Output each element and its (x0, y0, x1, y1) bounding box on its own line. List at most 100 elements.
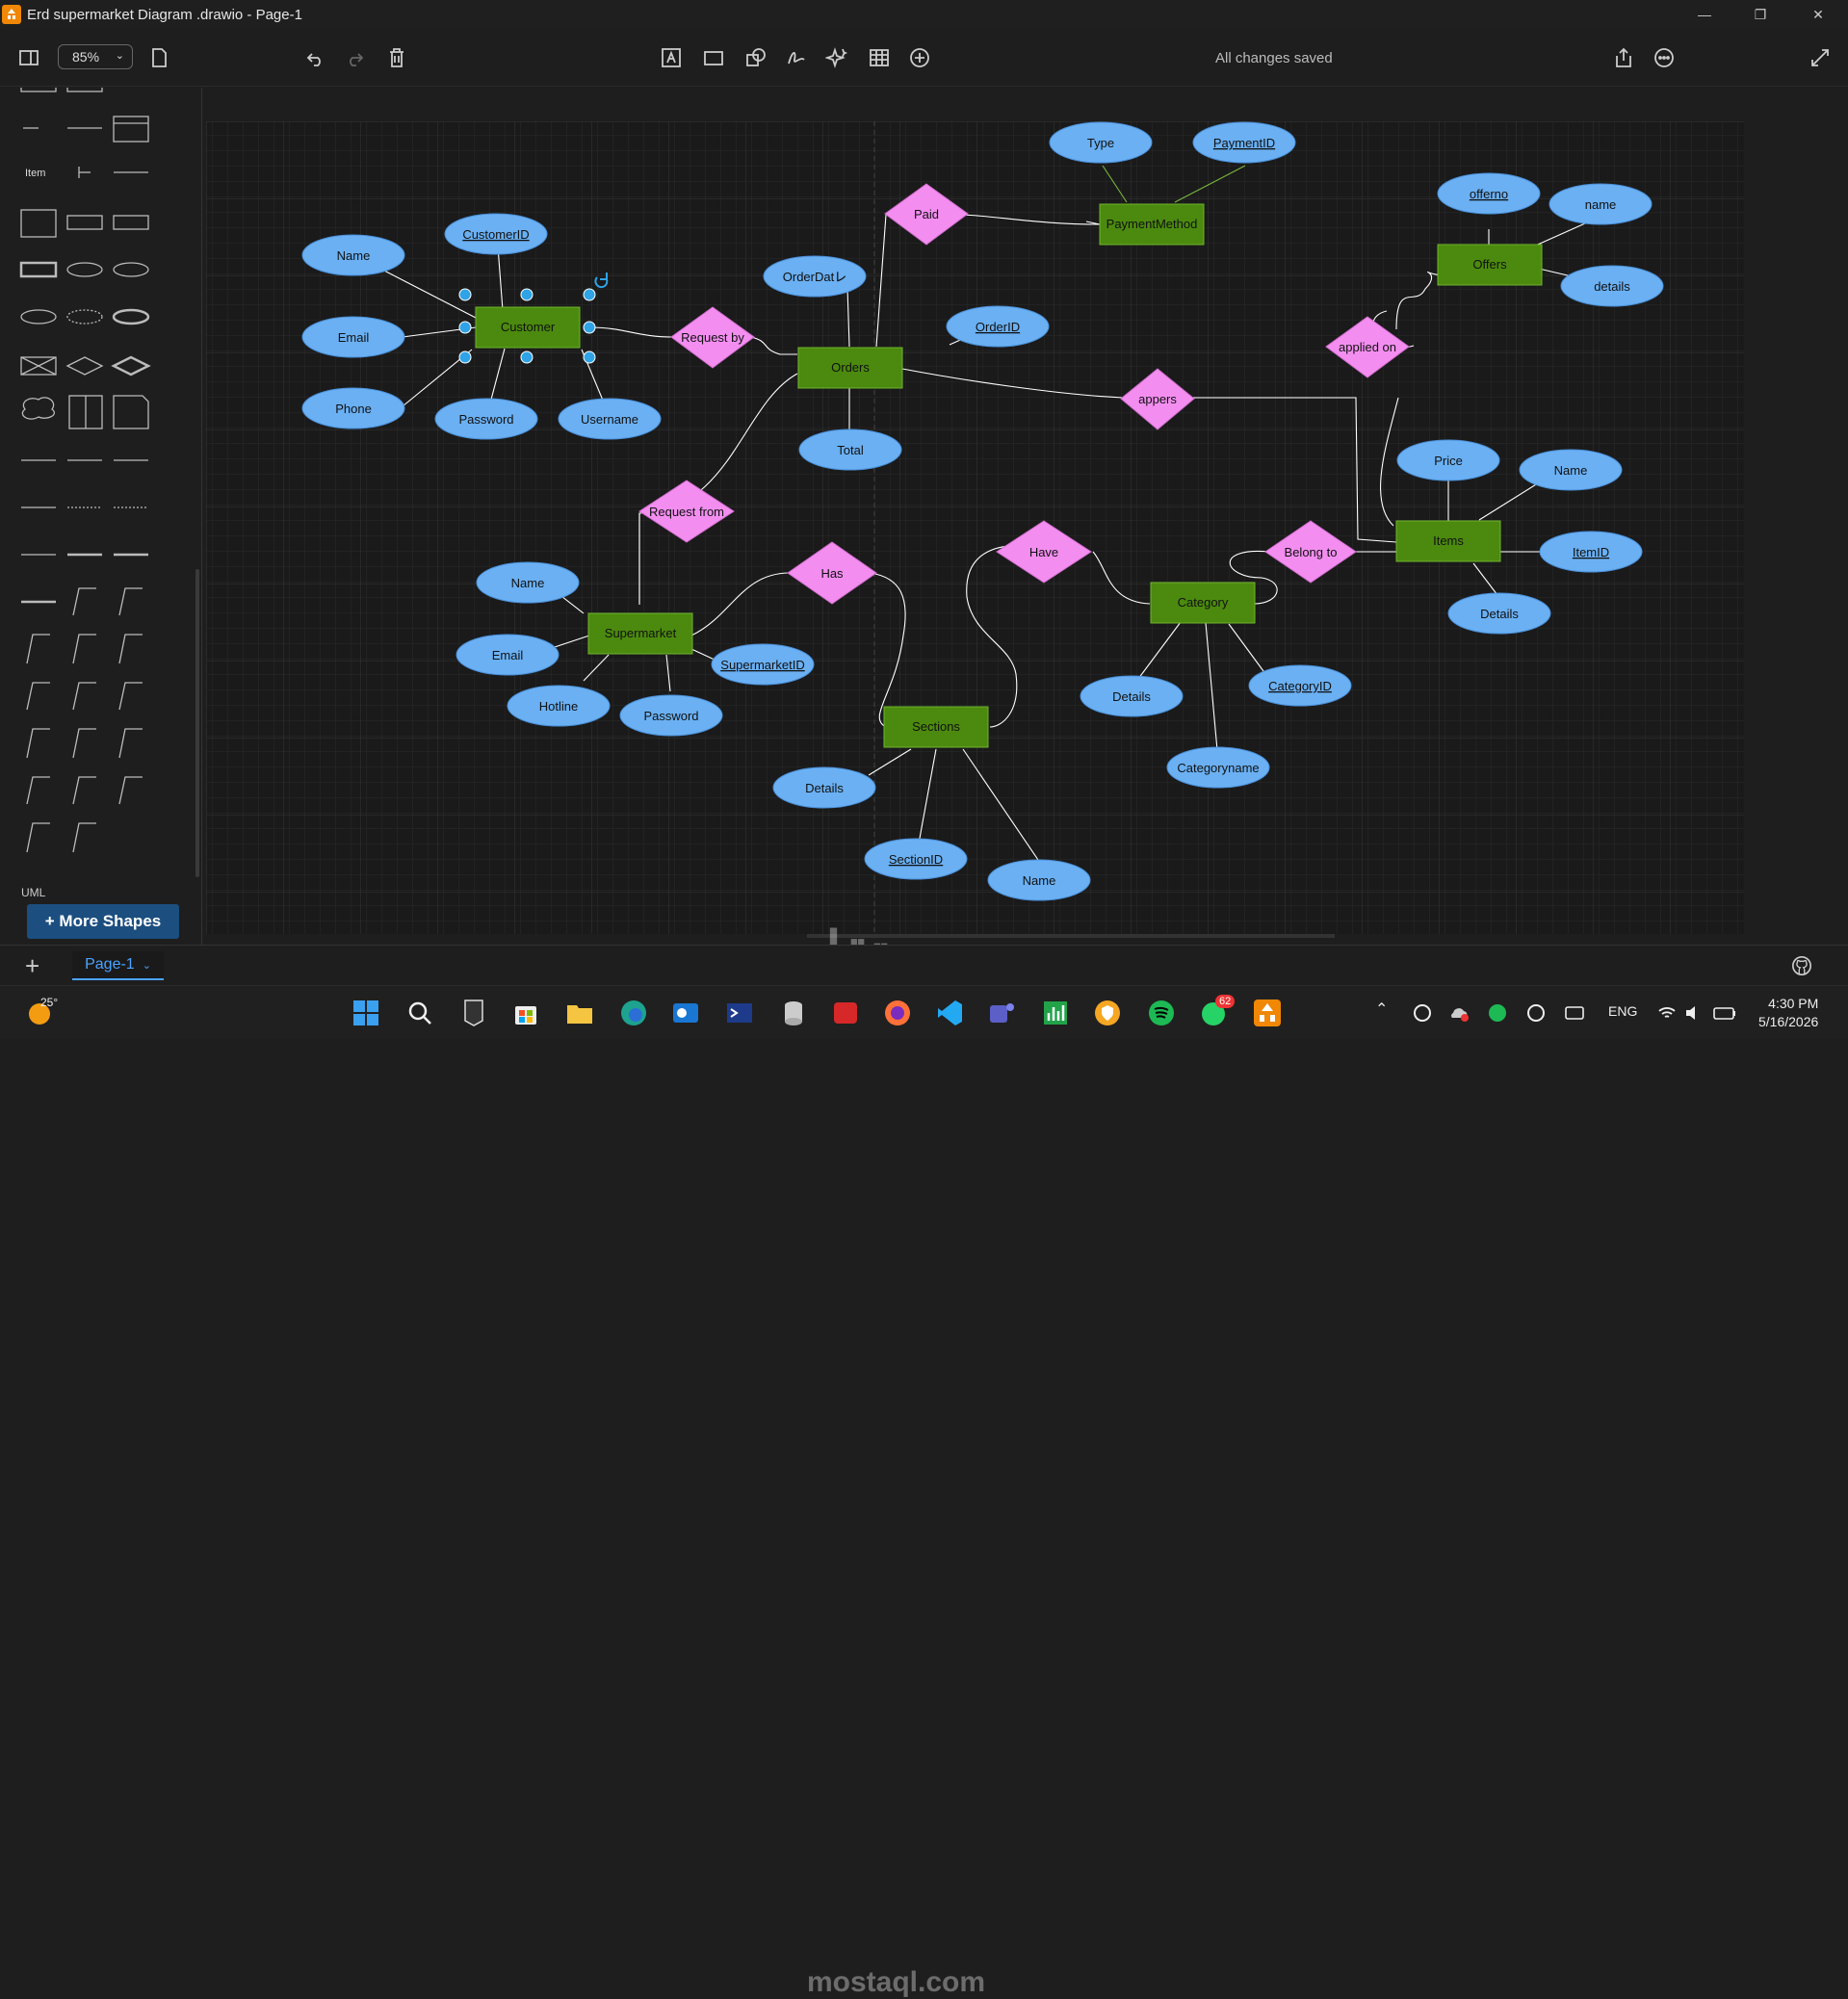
file-explorer-icon[interactable] (564, 998, 595, 1028)
system-clock[interactable]: 4:30 PM 5/16/2026 (1758, 995, 1818, 1031)
drawio-taskbar-icon[interactable] (1252, 998, 1283, 1028)
sidebar-scrollbar[interactable] (195, 569, 199, 877)
uml-section-label[interactable]: UML (21, 886, 46, 896)
freehand-icon[interactable] (784, 45, 809, 70)
attr-customer-username[interactable]: Username (558, 398, 662, 440)
attr-items-id[interactable]: ItemID (1539, 531, 1643, 573)
text-icon[interactable] (659, 45, 684, 70)
zoom-value: 85% (72, 49, 100, 65)
clock-date: 5/16/2026 (1758, 1014, 1819, 1029)
adobe-icon[interactable] (830, 998, 861, 1028)
wifi-icon[interactable] (1656, 1002, 1678, 1024)
teams-icon[interactable] (986, 998, 1017, 1028)
epic-games-icon[interactable] (458, 998, 489, 1028)
attr-supermarket-password[interactable]: Password (619, 694, 723, 737)
shape-palette[interactable]: Item UML (0, 88, 193, 896)
chart-app-icon[interactable] (1040, 998, 1071, 1028)
language-indicator[interactable]: ENG (1608, 1003, 1637, 1019)
attr-orders-date[interactable]: OrderDat㆑ (763, 255, 867, 298)
attr-customer-phone[interactable]: Phone (301, 387, 405, 429)
attr-sections-details[interactable]: Details (772, 766, 876, 809)
rectangle-icon[interactable] (701, 45, 726, 70)
github-icon[interactable] (1791, 955, 1812, 976)
outlook-icon[interactable] (670, 998, 701, 1028)
fullscreen-collapse-icon[interactable] (1808, 45, 1833, 70)
search-icon[interactable] (404, 998, 435, 1028)
vscode-icon[interactable] (934, 998, 965, 1028)
attr-label: Name (1023, 873, 1056, 888)
attr-sections-id[interactable]: SectionID (864, 838, 968, 880)
entity-offers[interactable]: Offers (1437, 244, 1543, 286)
volume-icon[interactable] (1683, 1002, 1705, 1024)
entity-category[interactable]: Category (1150, 582, 1256, 624)
vpn-shield-icon[interactable] (1092, 998, 1123, 1028)
terminal-icon[interactable] (724, 998, 755, 1028)
onedrive-sync-icon[interactable] (1412, 1002, 1433, 1024)
attr-sections-name[interactable]: Name (987, 859, 1091, 901)
diagram-canvas[interactable]: Customer Orders PaymentMethod Offers Ite… (204, 88, 1848, 945)
close-button[interactable]: ✕ (1791, 0, 1845, 29)
attr-items-name[interactable]: Name (1519, 449, 1623, 491)
firefox-icon[interactable] (882, 998, 913, 1028)
chevron-down-icon[interactable]: ⌄ (143, 959, 151, 972)
entity-sections[interactable]: Sections (883, 706, 989, 748)
more-options-icon[interactable] (1652, 45, 1677, 70)
attr-supermarket-id[interactable]: SupermarketID (711, 643, 815, 686)
page-icon[interactable] (146, 45, 171, 70)
attr-label: Details (1480, 607, 1519, 621)
entity-supermarket[interactable]: Supermarket (587, 612, 693, 655)
attr-customer-id[interactable]: CustomerID (444, 213, 548, 255)
attr-offers-details[interactable]: details (1560, 265, 1664, 307)
network-settings-icon[interactable] (1525, 1002, 1547, 1024)
attr-items-price[interactable]: Price (1396, 439, 1500, 481)
add-page-button[interactable]: + (25, 951, 39, 981)
minimize-button[interactable]: — (1678, 0, 1731, 29)
attr-customer-name[interactable]: Name (301, 234, 405, 276)
attr-category-name[interactable]: Categoryname (1166, 746, 1270, 789)
tray-chevron-up-icon[interactable]: ⌃ (1375, 1000, 1388, 1019)
zoom-select[interactable]: 85% ⌄ (58, 44, 133, 69)
tab-page-1[interactable]: Page-1 ⌄ (72, 951, 164, 980)
insert-icon[interactable] (907, 45, 932, 70)
entity-paymentmethod[interactable]: PaymentMethod (1099, 203, 1205, 246)
keyboard-icon[interactable] (1564, 1002, 1585, 1024)
windows-start-icon[interactable] (351, 998, 381, 1028)
attr-label: Details (1112, 689, 1151, 704)
maximize-button[interactable]: ❐ (1733, 0, 1787, 29)
redo-icon[interactable] (343, 45, 368, 70)
share-icon[interactable] (1611, 45, 1636, 70)
attr-category-id[interactable]: CategoryID (1248, 664, 1352, 707)
entity-label: Items (1433, 533, 1464, 548)
sparkle-icon[interactable] (824, 45, 849, 70)
attr-customer-email[interactable]: Email (301, 316, 405, 358)
cloud-error-icon[interactable] (1448, 1002, 1470, 1024)
more-shapes-button[interactable]: + More Shapes (27, 904, 179, 939)
delete-icon[interactable] (384, 45, 409, 70)
store-icon[interactable] (510, 998, 541, 1028)
attr-customer-password[interactable]: Password (434, 398, 538, 440)
attr-orders-id[interactable]: OrderID (946, 305, 1050, 348)
attr-items-details[interactable]: Details (1447, 592, 1551, 635)
attr-supermarket-hotline[interactable]: Hotline (507, 685, 611, 727)
entity-items[interactable]: Items (1395, 520, 1501, 562)
erd-diagram[interactable]: Customer Orders PaymentMethod Offers Ite… (204, 88, 1848, 945)
spotify-tray-icon[interactable] (1487, 1002, 1508, 1024)
spotify-icon[interactable] (1146, 998, 1177, 1028)
battery-icon[interactable] (1712, 1002, 1737, 1024)
attr-supermarket-email[interactable]: Email (455, 634, 560, 676)
attr-supermarket-name[interactable]: Name (476, 561, 580, 604)
undo-icon[interactable] (302, 45, 327, 70)
attr-payment-type[interactable]: Type (1049, 121, 1153, 164)
shapes-icon[interactable] (743, 45, 768, 70)
database-icon[interactable] (778, 998, 809, 1028)
attr-label: OrderDat㆑ (783, 270, 846, 284)
entity-orders[interactable]: Orders (797, 347, 903, 389)
attr-offers-offerno[interactable]: offerno (1437, 172, 1541, 215)
attr-category-details[interactable]: Details (1080, 675, 1184, 717)
attr-orders-total[interactable]: Total (798, 428, 902, 471)
edge-icon[interactable] (618, 998, 649, 1028)
attr-payment-id[interactable]: PaymentID (1192, 121, 1296, 164)
attr-offers-name[interactable]: name (1549, 183, 1653, 225)
table-icon[interactable] (867, 45, 892, 70)
format-panel-icon[interactable] (16, 45, 41, 70)
